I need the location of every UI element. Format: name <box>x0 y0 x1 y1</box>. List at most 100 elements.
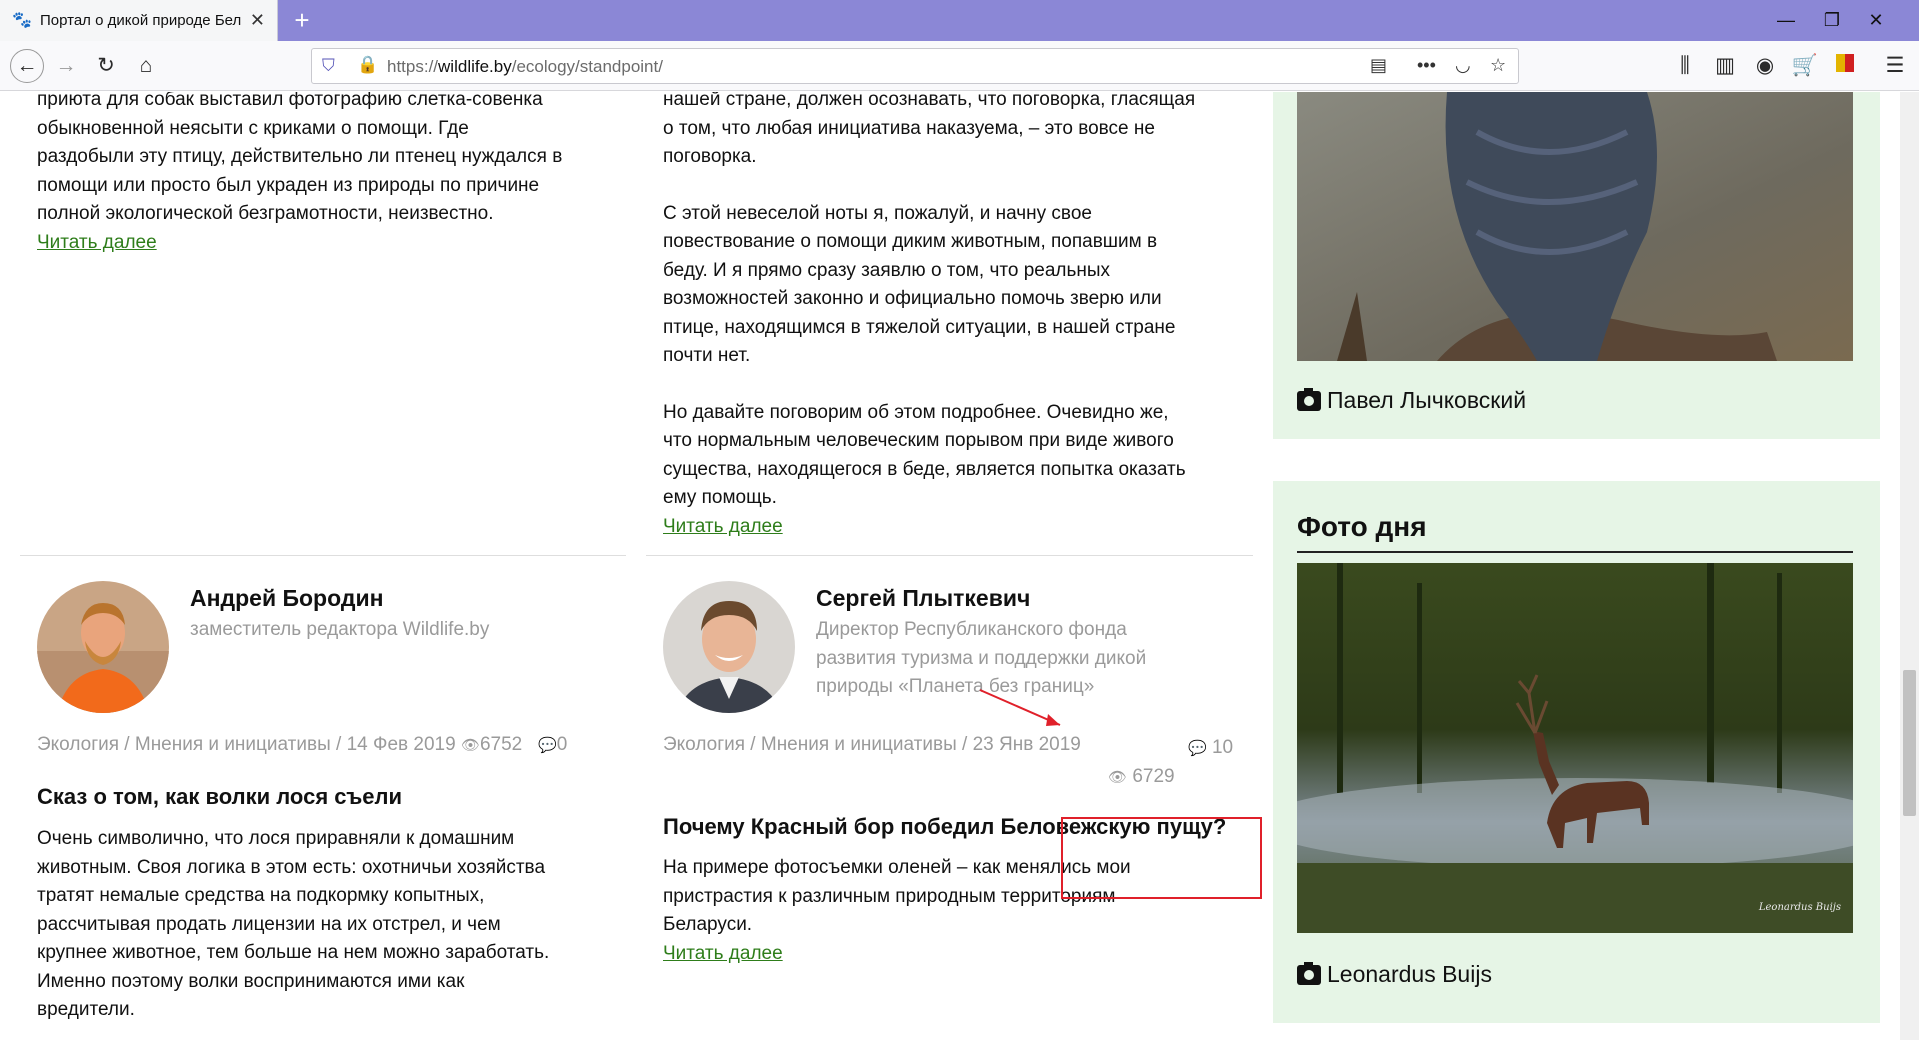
comment-icon: 💬 <box>1188 740 1207 757</box>
text-line: повествование о помощи диким животным, п… <box>663 231 1158 252</box>
photo-author[interactable]: Павел Лычковский <box>1327 387 1526 414</box>
tab-strip: 🐾 Портал о дикой природе Бел ✕ + — ❐ ✕ <box>0 0 1919 41</box>
text-line: крупнее животное, тем больше на нем можн… <box>37 942 550 963</box>
owl-photo[interactable] <box>1297 92 1853 361</box>
close-window-button[interactable]: ✕ <box>1861 8 1891 32</box>
text-line: помощи или просто был украден из природы… <box>37 174 540 196</box>
article-right-excerpt: нашей стране, должен осознавать, что пог… <box>663 92 1243 541</box>
text-line: Но давайте поговорим об этом подробнее. … <box>663 401 1169 423</box>
title-underline <box>1297 551 1853 553</box>
text-line: тратят немалые средства на подкормку коп… <box>37 885 485 906</box>
text-line: о том, что любая инициатива наказуема, –… <box>663 117 1155 139</box>
extension-flag-icon[interactable] <box>1831 52 1859 80</box>
photo-of-day-widget: Фото дня Leonardus Buijs Leonardus Buijs <box>1257 481 1897 1023</box>
annotation-box <box>1061 817 1262 899</box>
paw-favicon-icon: 🐾 <box>12 11 32 29</box>
comments-count: 0 <box>556 734 568 755</box>
text-line: существа, находящегося в беде, является … <box>663 458 1186 480</box>
menu-hamburger-icon[interactable]: ☰ <box>1881 52 1909 80</box>
text-line: поговорка. <box>663 146 757 167</box>
sidebar-photo-widget: Павел Лычковский <box>1273 92 1880 439</box>
sidebar-toggle-icon[interactable]: ▥ <box>1711 52 1739 80</box>
comment-icon: 💬 <box>538 737 557 754</box>
minimize-button[interactable]: — <box>1771 8 1801 32</box>
views-meta: 👁 6729 <box>1108 766 1175 788</box>
article-excerpt: Очень символично, что лося приравняли к … <box>37 825 597 1025</box>
article-title[interactable]: Сказ о том, как волки лося съели <box>37 784 402 810</box>
photo-credit: Павел Лычковский <box>1297 387 1526 414</box>
tab-close-icon[interactable]: ✕ <box>250 11 265 29</box>
url-scheme: https:// <box>387 57 439 76</box>
library-icon[interactable]: ⫼ <box>1671 52 1699 80</box>
author-name[interactable]: Андрей Бородин <box>190 585 383 612</box>
photo-author[interactable]: Leonardus Buijs <box>1327 961 1492 988</box>
pocket-icon[interactable]: ◡ <box>1455 55 1471 76</box>
camera-icon <box>1297 387 1321 411</box>
widget-title: Фото дня <box>1297 511 1427 542</box>
home-icon[interactable]: ⌂ <box>132 52 160 80</box>
text-line: вредители. <box>37 999 135 1020</box>
tab-title: Портал о дикой природе Бел <box>40 12 242 29</box>
article-left-excerpt: приюта для собак выставил фотографию сле… <box>37 92 597 257</box>
back-arrow-icon[interactable]: ← <box>10 49 44 83</box>
reader-view-icon[interactable]: ▤ <box>1370 55 1387 76</box>
views-count: 6752 <box>479 734 523 755</box>
scrollbar-thumb[interactable] <box>1903 670 1916 816</box>
text-line: Беларуси. <box>663 914 753 935</box>
camera-icon <box>1297 961 1321 985</box>
role-line: Директор Республиканского фонда <box>816 619 1127 640</box>
comments-count: 10 <box>1211 737 1234 758</box>
read-more-link[interactable]: Читать далее <box>37 232 157 253</box>
text-line: возможностей законно и официально помочь… <box>663 288 1162 309</box>
divider <box>646 555 1253 556</box>
restore-button[interactable]: ❐ <box>1817 8 1847 32</box>
text-line: полной экологической безграмотности, неи… <box>37 203 494 224</box>
text-line: нашей стране, должен осознавать, что пог… <box>663 92 1196 110</box>
text-line: приюта для собак выставил фотографию сле… <box>37 92 543 110</box>
text-line: Очень символично, что лося приравняли к … <box>37 828 515 849</box>
tracking-shield-icon[interactable]: ⛉ <box>322 56 335 76</box>
text-line: почти нет. <box>663 345 751 366</box>
reload-icon[interactable]: ↻ <box>92 52 120 80</box>
forward-arrow-icon[interactable]: → <box>52 52 80 80</box>
author-role: Директор Республиканского фонда развития… <box>816 616 1216 702</box>
text-line: животным. Своя логика в этом есть: охотн… <box>37 856 546 878</box>
read-more-link[interactable]: Читать далее <box>663 516 783 537</box>
text-line: Именно поэтому волки воспринимаются ими … <box>37 970 465 992</box>
category-date[interactable]: Экология / Мнения и инициативы / 14 Фев … <box>37 734 456 755</box>
eye-icon: 👁 <box>1108 769 1128 786</box>
web-page: приюта для собак выставил фотографию сле… <box>0 92 1900 1040</box>
cart-icon[interactable]: 🛒 <box>1791 52 1819 80</box>
text-line: ему помощь. <box>663 487 777 508</box>
author-avatar[interactable] <box>37 581 169 713</box>
text-line: что нормальным человеческим порывом при … <box>663 430 1174 451</box>
text-line: беду. И я прямо сразу заявлю о том, что … <box>663 259 1111 281</box>
eye-icon: 👁 <box>460 737 480 754</box>
text-line: обыкновенной неясыти с криками о помощи.… <box>37 117 469 139</box>
bookmark-star-icon[interactable]: ☆ <box>1490 55 1506 76</box>
text-line: птице, находящимся в тяжелой ситуации, в… <box>663 316 1176 338</box>
tab-active[interactable]: 🐾 Портал о дикой природе Бел ✕ <box>0 0 278 41</box>
page-actions-icon[interactable]: ••• <box>1417 55 1436 76</box>
text-line: С этой невеселой ноты я, пожалуй, и начн… <box>663 202 1092 224</box>
text-line: раздобыли эту птицу, действительно ли пт… <box>37 146 563 167</box>
lock-icon[interactable]: 🔒 <box>357 55 378 75</box>
url-path: /ecology/standpoint/ <box>511 57 663 76</box>
new-tab-button[interactable]: + <box>288 6 316 34</box>
address-bar[interactable]: ⛉ 🔒 https://wildlife.by/ecology/standpoi… <box>311 48 1519 84</box>
photo-credit: Leonardus Buijs <box>1297 961 1492 988</box>
author-name[interactable]: Сергей Плыткевич <box>816 585 1030 612</box>
page-scrollbar[interactable] <box>1900 92 1919 1040</box>
comments-meta: 💬 10 <box>1188 737 1233 759</box>
author-role: заместитель редактора Wildlife.by <box>190 619 490 640</box>
category-date[interactable]: Экология / Мнения и инициативы / 23 Янв … <box>663 734 1081 755</box>
url-text[interactable]: https://wildlife.by/ecology/standpoint/ <box>387 57 663 77</box>
account-icon[interactable]: ◉ <box>1751 52 1779 80</box>
views-count: 6729 <box>1132 766 1175 787</box>
deer-photo[interactable]: Leonardus Buijs <box>1257 563 1897 933</box>
post-meta: Экология / Мнения и инициативы / 14 Фев … <box>37 734 567 756</box>
read-more-link[interactable]: Читать далее <box>663 943 783 964</box>
navigation-toolbar: ← → ↻ ⌂ ⛉ 🔒 https://wildlife.by/ecology/… <box>0 41 1919 91</box>
author-avatar[interactable] <box>663 581 795 713</box>
divider <box>20 555 626 556</box>
